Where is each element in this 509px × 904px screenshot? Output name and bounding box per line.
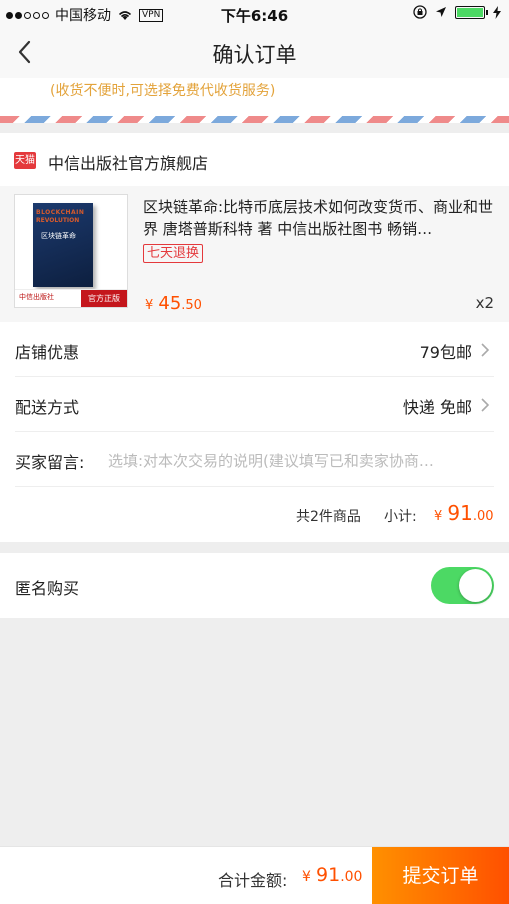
anonymous-label: 匿名购买 [15, 579, 80, 598]
checkout-bar: 合计金额: ¥ 91.00 提交订单 [0, 846, 509, 904]
orientation-lock-icon [413, 5, 427, 19]
product-price: ¥ 45.50 [145, 293, 202, 314]
address-notice: (收货不便时,可选择免费代收货服务) [50, 83, 276, 99]
product-item[interactable]: BLOCKCHAIN REVOLUTION 区块链革命 中信出版社 官方正版 区… [0, 186, 509, 322]
subtotal-price: ¥ 91.00 [434, 501, 494, 525]
delivery-value: 快递 免邮 [402, 398, 472, 417]
shop-name: 中信出版社官方旗舰店 [48, 154, 209, 173]
total-integer: 91 [316, 864, 341, 886]
book-cover: BLOCKCHAIN REVOLUTION 区块链革命 [33, 203, 93, 287]
message-label: 买家留言: [15, 453, 85, 472]
total-label: 合计金额: [218, 871, 288, 890]
product-image: BLOCKCHAIN REVOLUTION 区块链革命 中信出版社 官方正版 [14, 194, 128, 308]
subtotal-integer: 91 [447, 501, 473, 525]
delivery-method-row[interactable]: 配送方式 快递 免邮 [15, 377, 494, 432]
item-count: 共2件商品 [296, 509, 361, 525]
total-price: ¥ 91.00 [302, 864, 362, 886]
chevron-right-icon [481, 343, 490, 357]
product-quantity: x2 [475, 294, 494, 312]
total-decimal: .00 [340, 869, 363, 885]
price-symbol: ¥ [145, 298, 154, 313]
total-symbol: ¥ [302, 869, 311, 885]
charging-icon [493, 5, 501, 19]
return-policy-tag: 七天退换 [143, 244, 204, 263]
product-title: 区块链革命:比特币底层技术如何改变货币、商业和世界 唐塔普斯科特 著 中信出版社… [143, 198, 494, 238]
status-bar: 中国移动 VPN 下午6:46 [0, 0, 509, 26]
tmall-icon: 天猫 [14, 152, 36, 169]
subtotal-symbol: ¥ [434, 509, 443, 524]
battery-icon [455, 5, 488, 19]
message-input[interactable]: 选填:对本次交易的说明(建议填写已和卖家协商… [108, 450, 493, 471]
chevron-right-icon [481, 398, 490, 412]
delivery-label: 配送方式 [15, 398, 80, 417]
official-badge: 官方正版 [81, 290, 127, 307]
airmail-divider [0, 116, 509, 123]
order-summary: 共2件商品 小计: ¥ 91.00 [0, 486, 509, 542]
shop-card: 天猫 中信出版社官方旗舰店 BLOCKCHAIN REVOLUTION 区块链革… [0, 133, 509, 542]
subtotal-label: 小计: [384, 509, 417, 525]
cover-line-3: 区块链革命 [41, 232, 76, 240]
location-icon [436, 7, 446, 17]
anonymous-purchase-row: 匿名购买 [0, 553, 509, 618]
page-title: 确认订单 [212, 43, 297, 67]
cover-footer: 中信出版社 官方正版 [15, 289, 127, 307]
cover-publisher: 中信出版社 [19, 293, 54, 301]
shop-discount-row[interactable]: 店铺优惠 79包邮 [15, 322, 494, 377]
toggle-knob [459, 569, 492, 602]
discount-label: 店铺优惠 [15, 343, 80, 362]
subtotal-decimal: .00 [472, 509, 494, 524]
price-integer: 45 [158, 293, 182, 314]
nav-bar: 确认订单 [0, 26, 509, 78]
buyer-message-row: 买家留言: 选填:对本次交易的说明(建议填写已和卖家协商… [15, 432, 494, 487]
cover-line-1: BLOCKCHAIN [36, 209, 85, 216]
discount-value: 79包邮 [419, 343, 472, 362]
cover-line-2: REVOLUTION [36, 217, 80, 224]
submit-order-button[interactable]: 提交订单 [372, 847, 509, 904]
price-decimal: .50 [181, 298, 202, 313]
anonymous-toggle[interactable] [431, 567, 494, 604]
shop-header[interactable]: 天猫 中信出版社官方旗舰店 [0, 133, 509, 186]
address-section[interactable]: (收货不便时,可选择免费代收货服务) [0, 78, 509, 116]
